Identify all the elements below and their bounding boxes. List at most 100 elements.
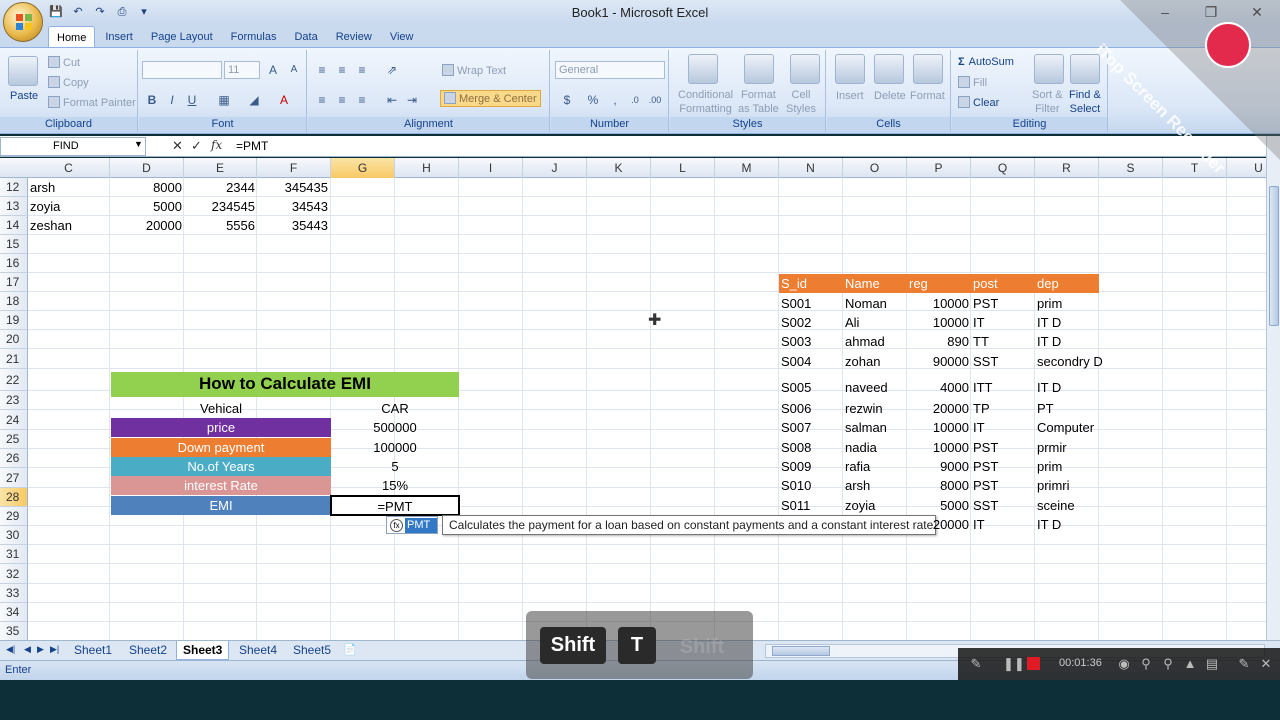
insert-cells-button[interactable]: Insert xyxy=(836,90,864,102)
decrease-decimal-icon[interactable]: .00 xyxy=(645,91,665,109)
currency-icon[interactable]: $ xyxy=(557,91,577,109)
staff-cell[interactable]: S007 xyxy=(781,418,811,437)
staff-cell[interactable]: 90000 xyxy=(907,352,969,371)
row-header-27[interactable]: 27 xyxy=(0,468,28,488)
conditional-formatting-icon[interactable] xyxy=(688,54,718,84)
cell-f13[interactable]: 34543 xyxy=(258,197,328,216)
comma-icon[interactable]: , xyxy=(605,91,625,109)
next-sheet-icon[interactable]: ▶ xyxy=(37,644,44,655)
staff-cell[interactable]: salman xyxy=(845,418,887,437)
redo-icon[interactable]: ↷ xyxy=(92,4,108,20)
sheet-tab-3[interactable]: Sheet3 xyxy=(176,641,230,660)
tab-data[interactable]: Data xyxy=(286,26,325,48)
save-icon[interactable]: 💾 xyxy=(48,4,64,20)
vehical-label-cell[interactable]: Vehical xyxy=(111,399,331,418)
staff-cell[interactable]: PST xyxy=(973,438,998,457)
autosum-button[interactable]: Σ AutoSum xyxy=(958,56,1014,68)
orientation-icon[interactable]: ⇗ xyxy=(382,61,402,79)
column-header-s[interactable]: S xyxy=(1099,158,1163,178)
row-header-30[interactable]: 30 xyxy=(0,526,28,545)
speaker-icon[interactable]: ▲ xyxy=(1182,656,1198,672)
edit-icon[interactable]: ✎ xyxy=(1236,656,1252,672)
cell-c12[interactable]: arsh xyxy=(30,178,55,197)
column-header-e[interactable]: E xyxy=(184,158,257,178)
staff-cell[interactable]: prmir xyxy=(1037,438,1067,457)
row-header-28[interactable]: 28 xyxy=(0,488,28,507)
horizontal-scroll-thumb[interactable] xyxy=(772,646,830,656)
staff-header-dep[interactable]: dep xyxy=(1035,274,1099,293)
mic-icon[interactable]: ⚲ xyxy=(1138,656,1154,672)
staff-cell[interactable]: rezwin xyxy=(845,399,883,418)
staff-cell[interactable]: ITT xyxy=(973,378,993,397)
font-name-combo[interactable] xyxy=(142,61,222,79)
align-bottom-icon[interactable]: ≡ xyxy=(352,61,372,79)
cut-button[interactable]: Cut xyxy=(48,56,80,69)
emi-label-cell[interactable]: EMI xyxy=(111,496,331,515)
column-header-i[interactable]: I xyxy=(459,158,523,178)
staff-cell[interactable]: S006 xyxy=(781,399,811,418)
staff-cell[interactable]: S002 xyxy=(781,313,811,332)
worksheet-grid[interactable]: CDEFGHIJKLMNOPQRSTU 12 13 14 15 16 17 18 19 20 21… xyxy=(0,158,1266,640)
staff-header-reg[interactable]: reg xyxy=(907,274,971,293)
sheet-tab-5[interactable]: Sheet5 xyxy=(287,641,337,660)
interest-rate-label-cell[interactable]: interest Rate xyxy=(111,476,331,495)
last-sheet-icon[interactable]: ▶| xyxy=(50,644,59,655)
staff-cell[interactable]: IT xyxy=(973,313,985,332)
name-box-dropdown-icon[interactable]: ▼ xyxy=(134,139,143,149)
staff-cell[interactable]: sceine xyxy=(1037,496,1075,515)
staff-cell[interactable]: IT D xyxy=(1037,378,1061,397)
autocomplete-item-pmt[interactable]: PMT xyxy=(405,518,437,533)
font-size-combo[interactable]: 11 xyxy=(224,61,260,79)
sheet-tab-4[interactable]: Sheet4 xyxy=(233,641,283,660)
staff-cell[interactable]: S008 xyxy=(781,438,811,457)
staff-cell[interactable]: 10000 xyxy=(907,313,969,332)
tab-page-layout[interactable]: Page Layout xyxy=(143,26,221,48)
staff-cell[interactable]: 5000 xyxy=(907,496,969,515)
staff-cell[interactable]: IT D xyxy=(1037,313,1061,332)
tab-review[interactable]: Review xyxy=(328,26,380,48)
format-as-table-icon[interactable] xyxy=(744,54,774,84)
italic-icon[interactable]: I xyxy=(162,91,182,109)
down-payment-label-cell[interactable]: Down payment xyxy=(111,438,331,457)
vehical-value-cell[interactable]: CAR xyxy=(331,399,459,418)
align-center-icon[interactable]: ≡ xyxy=(332,91,352,109)
column-header-m[interactable]: M xyxy=(715,158,779,178)
row-header-14[interactable]: 14 xyxy=(0,216,28,235)
staff-cell[interactable]: rafia xyxy=(845,457,870,476)
align-middle-icon[interactable]: ≡ xyxy=(332,61,352,79)
row-header-32[interactable]: 32 xyxy=(0,564,28,584)
paste-button[interactable]: Paste xyxy=(10,90,38,102)
staff-cell[interactable]: arsh xyxy=(845,476,870,495)
customize-qat-icon[interactable]: ▾ xyxy=(136,4,152,20)
undo-icon[interactable]: ↶ xyxy=(70,4,86,20)
bold-icon[interactable]: B xyxy=(142,91,162,109)
down-payment-value-cell[interactable]: 100000 xyxy=(331,438,459,457)
prev-sheet-icon[interactable]: ◀ xyxy=(24,644,31,655)
delete-cells-icon[interactable] xyxy=(874,54,904,84)
column-header-f[interactable]: F xyxy=(257,158,331,178)
staff-cell[interactable]: S010 xyxy=(781,476,811,495)
years-value-cell[interactable]: 5 xyxy=(331,457,459,476)
sort-filter-icon[interactable] xyxy=(1034,54,1064,84)
row-header-15[interactable]: 15 xyxy=(0,235,28,254)
cell-d12[interactable]: 8000 xyxy=(112,178,182,197)
column-header-q[interactable]: Q xyxy=(971,158,1035,178)
staff-cell[interactable]: S009 xyxy=(781,457,811,476)
merge-center-button[interactable]: Merge & Center xyxy=(440,90,541,107)
tab-formulas[interactable]: Formulas xyxy=(223,26,285,48)
staff-cell[interactable]: 890 xyxy=(907,332,969,351)
row-header-26[interactable]: 26 xyxy=(0,449,28,468)
fill-button[interactable]: Fill xyxy=(958,76,987,89)
camera-icon[interactable]: ◉ xyxy=(1116,656,1132,672)
staff-cell[interactable]: zohan xyxy=(845,352,880,371)
column-header-d[interactable]: D xyxy=(110,158,184,178)
chat-icon[interactable]: ▤ xyxy=(1204,656,1220,672)
interest-rate-value-cell[interactable]: 15% xyxy=(331,476,459,495)
borders-icon[interactable]: ▦ xyxy=(214,91,234,109)
zoom-icon[interactable]: ⚲ xyxy=(1160,656,1176,672)
staff-cell[interactable]: 9000 xyxy=(907,457,969,476)
staff-header-name[interactable]: Name xyxy=(843,274,907,293)
conditional-formatting-button[interactable]: Conditional Formatting xyxy=(678,88,733,116)
staff-cell[interactable]: 10000 xyxy=(907,294,969,313)
row-header-21[interactable]: 21 xyxy=(0,349,28,369)
